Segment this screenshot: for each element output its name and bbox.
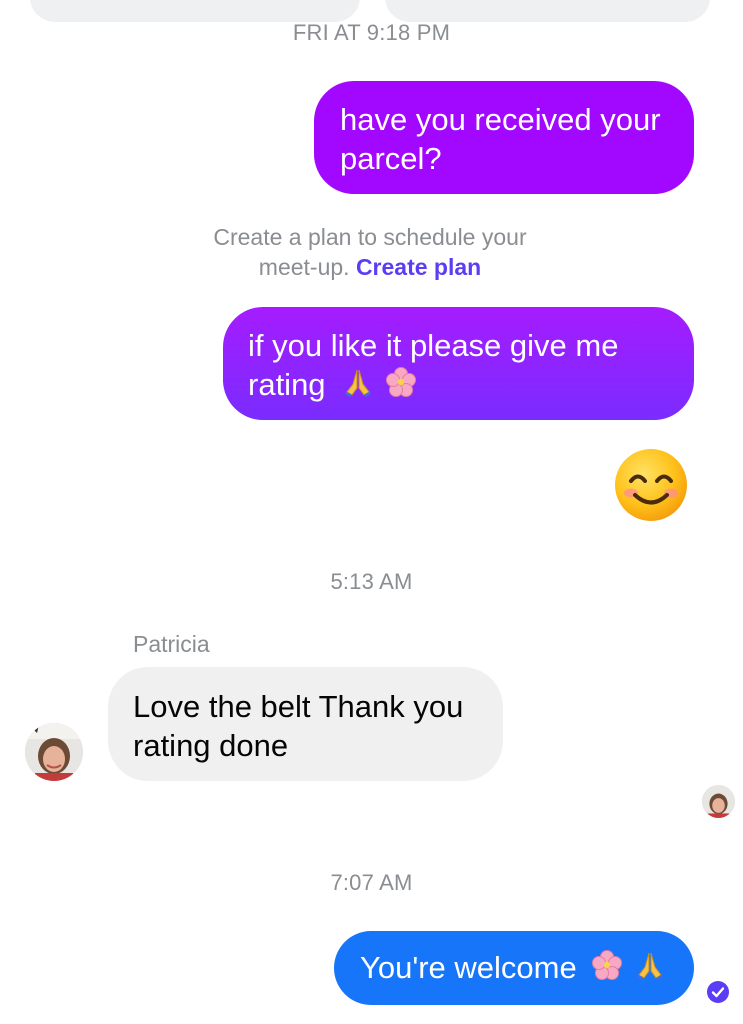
plan-suggestion-line: Create a plan to schedule your: [213, 224, 527, 250]
incoming-message[interactable]: Love the belt Thank you rating done: [108, 667, 503, 781]
read-receipt-avatar: [702, 785, 735, 818]
folded-hands-icon: [342, 366, 374, 407]
cherry-blossom-icon: [591, 949, 623, 990]
timestamp: FRI AT 9:18 PM: [292, 20, 451, 45]
outgoing-message[interactable]: have you received your parcel?: [314, 81, 694, 194]
plan-suggestion-line: meet-up.: [258, 254, 350, 280]
smiling-face-icon[interactable]: [613, 447, 689, 523]
delivered-check-icon: [706, 980, 730, 1004]
message-line: if you like it please give me: [248, 328, 619, 363]
plan-suggestion: Create a plan to schedule your meet-up. …: [150, 222, 590, 282]
message-line: Love the belt Thank you: [133, 689, 464, 724]
create-plan-link[interactable]: Create plan: [356, 254, 481, 280]
top-bar-pill-left[interactable]: [30, 0, 360, 22]
sender-name: Patricia: [133, 631, 210, 657]
timestamp: 7:07 AM: [330, 870, 413, 895]
message-line: have you received your: [340, 102, 661, 137]
timestamp: 5:13 AM: [330, 569, 413, 594]
message-line: rating done: [133, 728, 289, 763]
message-text: You're welcome: [360, 950, 577, 985]
message-line: rating: [248, 367, 326, 402]
outgoing-message[interactable]: if you like it please give me rating: [223, 307, 694, 420]
message-line: parcel?: [340, 141, 442, 176]
outgoing-message[interactable]: You're welcome: [334, 931, 694, 1005]
top-bar-pill-right[interactable]: [385, 0, 710, 22]
cherry-blossom-icon: [385, 366, 417, 407]
avatar[interactable]: [25, 723, 83, 781]
folded-hands-icon: [634, 949, 666, 990]
